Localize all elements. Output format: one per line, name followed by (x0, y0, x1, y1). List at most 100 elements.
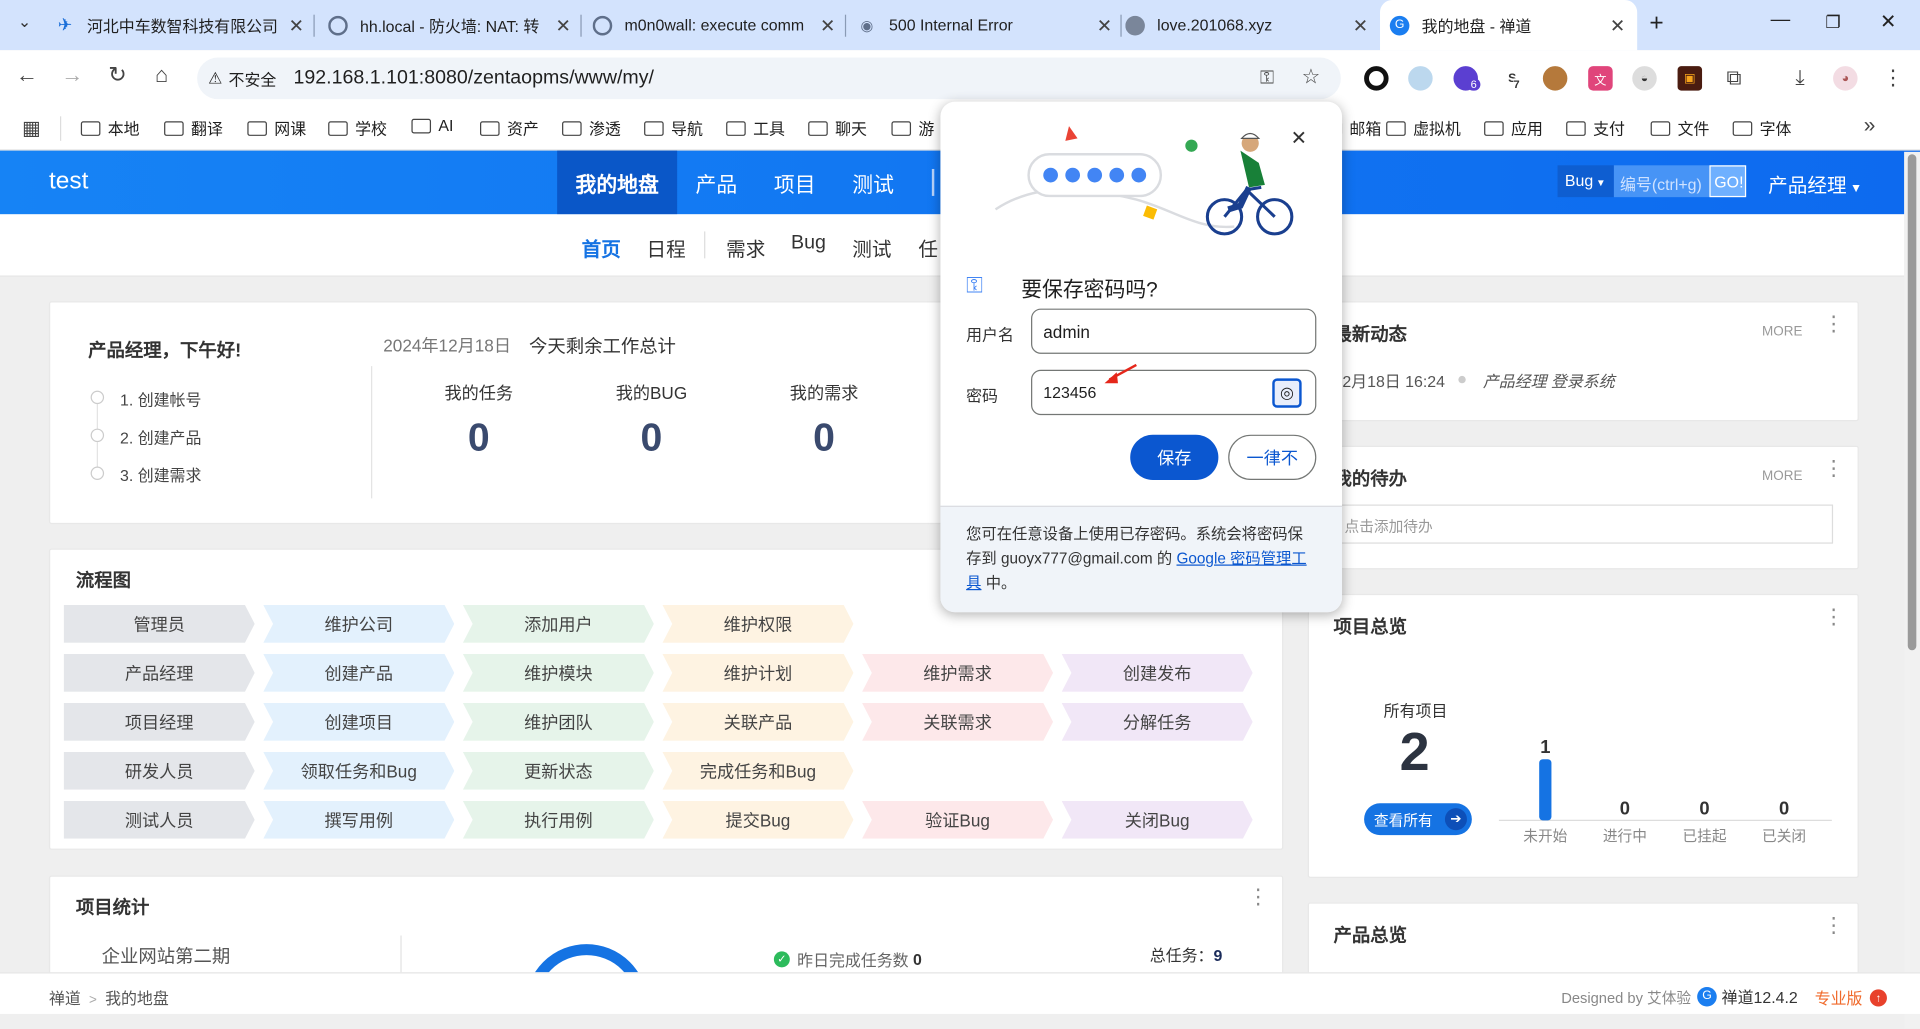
back-arrow-icon[interactable]: ← (11, 62, 43, 88)
close-dialog-icon[interactable]: ✕ (1291, 126, 1307, 150)
browser-tab[interactable]: ◉ 500 Internal Error ✕ (857, 0, 1114, 50)
panel-menu-icon[interactable]: ⋮ (1823, 915, 1844, 936)
flow-step[interactable]: 维护团队 (463, 703, 654, 741)
new-tab-button[interactable]: + (1649, 10, 1663, 38)
extension-circle-icon[interactable] (1364, 66, 1389, 91)
browser-tab[interactable]: ✈ 河北中车数智科技有限公司 ✕ (55, 0, 306, 50)
panel-menu-icon[interactable]: ⋮ (1823, 313, 1844, 334)
browser-tab[interactable]: love.201068.xyz ✕ (1125, 0, 1370, 50)
flow-step[interactable]: 执行用例 (463, 801, 654, 839)
chart-bar[interactable] (1539, 759, 1552, 821)
flow-step[interactable]: 关联需求 (862, 703, 1053, 741)
designed-by[interactable]: Designed by 艾体验 (1561, 987, 1691, 1008)
bookmark-folder[interactable]: 本地 (80, 116, 140, 139)
edition-link[interactable]: 专业版 ↑ (1815, 986, 1887, 1009)
bookmark-folder[interactable]: 游 (891, 116, 934, 139)
search-input[interactable]: 编号(ctrl+g) (1613, 165, 1710, 198)
flow-step[interactable]: 完成任务和Bug (662, 752, 853, 790)
flow-step[interactable]: 添加用户 (463, 605, 654, 643)
extension-hat-icon[interactable]: 6 (1453, 66, 1481, 91)
breadcrumb-root[interactable]: 禅道 (49, 989, 81, 1007)
forward-arrow-icon[interactable]: → (56, 62, 88, 88)
username-field[interactable]: admin (1031, 308, 1317, 354)
stat-value[interactable]: 0 (578, 415, 725, 460)
bookmark-star-icon[interactable]: ☆ (1302, 65, 1321, 89)
tab-search-chevron-icon[interactable]: ⌄ (12, 12, 36, 36)
reload-icon[interactable]: ↻ (102, 62, 134, 88)
scrollbar-thumb[interactable] (1907, 154, 1917, 651)
subnav-story[interactable]: 需求 (726, 233, 765, 262)
bookmark-folder[interactable]: 支付 (1566, 116, 1625, 139)
password-key-icon[interactable]: ⚿ (1260, 67, 1274, 88)
step-item[interactable]: 3. 创建需求 (120, 463, 201, 486)
home-icon[interactable]: ⌂ (146, 62, 178, 88)
close-tab-icon[interactable]: ✕ (287, 14, 307, 36)
extension-light-icon[interactable] (1408, 66, 1433, 91)
panel-menu-icon[interactable]: ⋮ (1823, 458, 1844, 479)
bookmark-folder[interactable]: AI (411, 116, 453, 135)
bookmark-folder[interactable]: 学校 (328, 116, 387, 139)
cookie-icon[interactable] (1542, 66, 1568, 91)
stat-value[interactable]: 0 (751, 415, 898, 460)
restore-icon[interactable]: ❐ (1818, 12, 1847, 33)
app-name[interactable]: test (49, 168, 88, 196)
flow-step[interactable]: 更新状态 (463, 752, 654, 790)
profile-avatar[interactable]: ◕ (1833, 66, 1858, 91)
nav-project[interactable]: 项目 (756, 151, 834, 215)
flow-step[interactable]: 关联产品 (662, 703, 853, 741)
flow-step[interactable]: 验证Bug (862, 801, 1053, 839)
nav-my[interactable]: 我的地盘 (557, 150, 678, 215)
flow-step[interactable]: 创建项目 (263, 703, 454, 741)
not-secure-warning[interactable]: ⚠ 不安全 (208, 67, 276, 90)
bookmark-folder[interactable]: 文件 (1650, 116, 1709, 139)
flow-step[interactable]: 创建产品 (263, 654, 454, 692)
panel-menu-icon[interactable]: ⋮ (1823, 606, 1844, 627)
extension-box-icon[interactable]: ▣ (1677, 66, 1703, 91)
bookmark-folder[interactable]: 导航 (644, 116, 703, 139)
browser-tab[interactable]: hh.local - 防火墙: NAT: 转 ✕ (328, 0, 573, 50)
search-go-button[interactable]: GO! (1709, 165, 1747, 198)
flow-step[interactable]: 维护计划 (662, 654, 853, 692)
subnav-task[interactable]: 任 (918, 233, 938, 262)
close-tab-icon[interactable]: ✕ (1351, 14, 1371, 36)
flow-step[interactable]: 撰写用例 (263, 801, 454, 839)
all-projects-count[interactable]: 2 (1400, 722, 1430, 783)
bookmark-folder[interactable]: 翻译 (164, 116, 223, 139)
add-todo-input[interactable]: 点击添加待办 (1333, 504, 1834, 544)
bookmarks-overflow-icon[interactable]: » (1864, 114, 1876, 138)
address-bar[interactable]: ⚠ 不安全 192.168.1.101:8080/zentaopms/www/m… (197, 57, 1341, 100)
flow-step[interactable]: 关闭Bug (1062, 801, 1253, 839)
flow-step[interactable]: 创建发布 (1062, 654, 1253, 692)
menu-kebab-icon[interactable]: ⋮ (1881, 66, 1905, 90)
more-link[interactable]: MORE (1762, 469, 1802, 484)
bookmark-folder[interactable]: 渗透 (562, 116, 621, 139)
browser-tab[interactable]: m0n0wall: execute comm ✕ (592, 0, 838, 50)
save-password-button[interactable]: 保存 (1130, 434, 1219, 481)
subnav-bug[interactable]: Bug (791, 233, 826, 255)
extension-ufo-icon[interactable]: ◒ (1632, 66, 1657, 91)
bookmark-folder[interactable]: 资产 (480, 116, 539, 139)
subnav-calendar[interactable]: 日程 (647, 233, 686, 262)
bookmark-folder[interactable]: 字体 (1732, 116, 1791, 139)
extensions-puzzle-icon[interactable]: ⧉ (1722, 66, 1746, 90)
apps-grid-icon[interactable]: ▦ (22, 116, 41, 140)
page-scrollbar[interactable] (1904, 151, 1920, 1029)
subnav-test[interactable]: 测试 (852, 233, 891, 262)
flow-step[interactable]: 维护模块 (463, 654, 654, 692)
version-link[interactable]: G 禅道12.4.2 (1697, 984, 1798, 1007)
password-field[interactable]: 123456 ◎ (1031, 369, 1317, 416)
nav-test[interactable]: 测试 (834, 151, 912, 215)
more-link[interactable]: MORE (1762, 324, 1802, 339)
download-icon[interactable]: ⤓ (1788, 66, 1812, 90)
flow-step[interactable]: 维护权限 (662, 605, 853, 643)
panel-menu-icon[interactable]: ⋮ (1248, 887, 1269, 908)
view-all-button[interactable]: 查看所有 ➔ (1364, 803, 1472, 836)
minimize-icon[interactable]: — (1766, 10, 1795, 32)
stat-value[interactable]: 0 (405, 415, 552, 460)
user-menu[interactable]: 产品经理 ▼ (1768, 169, 1862, 198)
never-save-button[interactable]: 一律不 (1228, 434, 1317, 481)
close-tab-icon[interactable]: ✕ (1608, 14, 1628, 36)
step-item[interactable]: 1. 创建帐号 (120, 387, 201, 410)
bookmark-folder[interactable]: 应用 (1484, 116, 1543, 139)
bookmark-folder[interactable]: 工具 (726, 116, 785, 139)
